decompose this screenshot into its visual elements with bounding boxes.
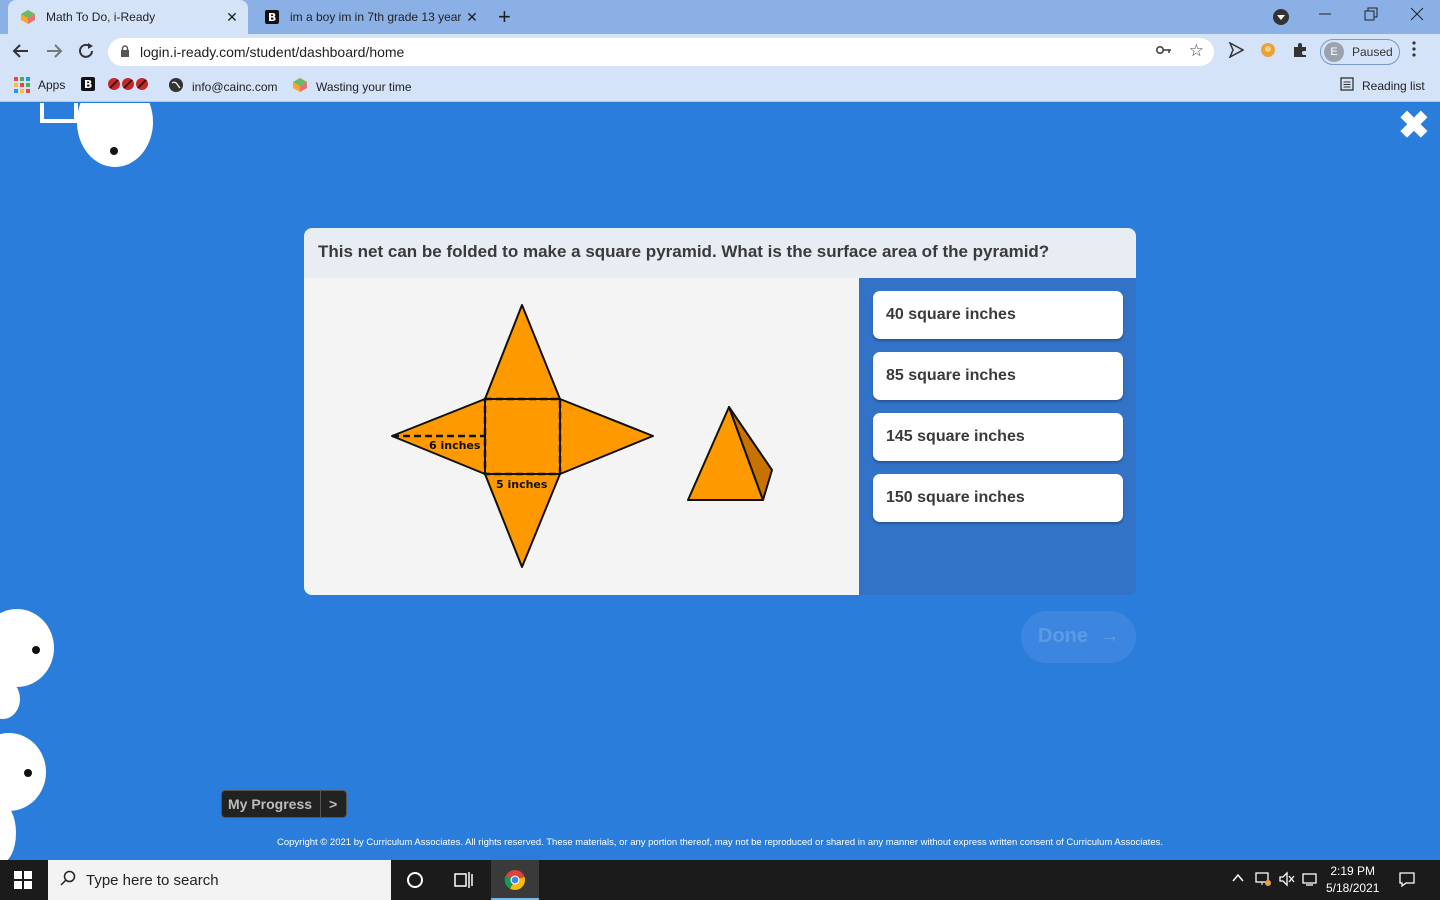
answer-panel: 40 square inches 85 square inches 145 sq… (859, 278, 1136, 595)
password-key-icon[interactable] (1155, 43, 1172, 59)
answer-option[interactable]: 150 square inches (873, 474, 1123, 522)
base-edge-label: 5 inches (496, 478, 548, 491)
bookmark-label: Reading list (1362, 78, 1425, 93)
bookmark-label: info@cainc.com (192, 79, 278, 94)
close-tab-icon[interactable]: ✕ (462, 9, 482, 26)
bookmark-email[interactable]: info@cainc.com (168, 77, 278, 96)
character-eye (32, 646, 40, 654)
bookmarks-bar: Apps B info@cainc.com Wasting your time … (0, 70, 1440, 102)
my-progress-label: My Progress (222, 791, 322, 817)
character-eye (24, 769, 32, 777)
send-extension-icon[interactable] (1228, 41, 1245, 62)
task-view-icon[interactable] (454, 871, 474, 894)
clock-date: 5/18/2021 (1326, 881, 1380, 895)
tab-brainly[interactable]: B im a boy im in 7th grade 13 years ✕ (252, 0, 488, 34)
profile-status: Paused (1352, 45, 1393, 59)
display-icon[interactable] (1302, 871, 1320, 890)
extension-avatar-icon[interactable] (1260, 42, 1276, 62)
copyright-text: Copyright © 2021 by Curriculum Associate… (277, 837, 1163, 848)
net-triangle-right (559, 398, 654, 475)
extensions-puzzle-icon[interactable] (1292, 42, 1308, 62)
net-square-base (484, 398, 561, 475)
url-text: login.i-ready.com/student/dashboard/home (140, 44, 405, 60)
kebab-menu-icon[interactable] (1412, 41, 1416, 62)
close-lesson-icon[interactable]: ✖ (1398, 107, 1430, 145)
reading-list[interactable]: Reading list (1340, 77, 1425, 94)
chevron-up-icon[interactable] (1231, 871, 1245, 888)
lesson-page: ✖ This net can be folded to make a squar… (0, 103, 1440, 860)
windows-start-icon[interactable] (14, 871, 32, 889)
bookmark-wasting[interactable]: Wasting your time (292, 77, 412, 96)
tab-search-icon[interactable] (1272, 8, 1290, 31)
question-card: This net can be folded to make a square … (304, 228, 1136, 595)
taskbar-search-input[interactable]: Type here to search (48, 860, 391, 900)
character-head (0, 609, 54, 687)
lock-icon (120, 44, 130, 60)
speaker-muted-icon[interactable] (1278, 871, 1296, 890)
bookmark-star-icon[interactable]: ☆ (1189, 41, 1204, 61)
arrow-right-icon: → (1099, 625, 1120, 647)
figure-panel: 6 inches 5 inches (304, 278, 859, 595)
chrome-taskbar-button[interactable] (491, 860, 539, 900)
chevron-right-icon: > (329, 796, 338, 812)
answer-option[interactable]: 145 square inches (873, 413, 1123, 461)
address-bar[interactable]: login.i-ready.com/student/dashboard/home… (108, 38, 1214, 66)
system-clock[interactable]: 2:19 PM 5/18/2021 (1326, 863, 1379, 897)
answer-option[interactable]: 40 square inches (873, 291, 1123, 339)
done-label: Done (1038, 625, 1088, 647)
character-head (77, 103, 153, 167)
taskbar: Type here to search 2:19 PM 5/18/2021 (0, 860, 1440, 900)
cube-favicon-icon (292, 77, 308, 96)
net-triangle-top (484, 304, 561, 400)
network-icon[interactable] (1254, 871, 1272, 890)
tab-iready[interactable]: Math To Do, i-Ready ✕ (8, 0, 248, 34)
question-text: This net can be folded to make a square … (304, 228, 1136, 278)
my-progress-button[interactable]: My Progress > (221, 790, 347, 818)
character-head (0, 733, 46, 811)
forward-icon[interactable] (45, 42, 63, 65)
bookmark-icons-only[interactable]: B (80, 76, 152, 92)
back-icon[interactable] (12, 42, 30, 65)
slant-height-label: 6 inches (429, 439, 481, 452)
close-window-icon[interactable] (1410, 4, 1424, 29)
search-placeholder: Type here to search (86, 871, 219, 889)
brainly-favicon-icon: B (265, 10, 279, 24)
restore-icon[interactable] (1364, 4, 1378, 29)
svg-text:B: B (84, 78, 92, 91)
cortana-icon[interactable] (405, 870, 425, 895)
profile-button[interactable]: E Paused (1320, 39, 1400, 65)
iready-favicon-icon (21, 10, 35, 24)
character-eye (110, 147, 118, 155)
character-body (0, 803, 16, 860)
bookmark-apps[interactable]: Apps (14, 77, 65, 93)
close-tab-icon[interactable]: ✕ (222, 9, 242, 26)
pyramid-net-figure: 6 inches 5 inches (391, 304, 773, 568)
answer-option[interactable]: 85 square inches (873, 352, 1123, 400)
svg-text:B: B (268, 11, 276, 24)
apps-grid-icon (14, 77, 30, 93)
avatar: E (1324, 42, 1344, 62)
search-icon (60, 870, 76, 891)
reload-icon[interactable] (77, 42, 95, 65)
character-arm (40, 103, 78, 123)
new-tab-button[interactable]: + (498, 6, 511, 28)
done-button[interactable]: Done → (1021, 611, 1136, 663)
notification-icon[interactable] (1398, 871, 1416, 890)
tab-title: im a boy im in 7th grade 13 years (290, 10, 462, 24)
reading-list-icon (1340, 77, 1354, 94)
bookmark-label: Apps (38, 78, 66, 92)
bookmark-label: Wasting your time (316, 79, 412, 94)
tab-strip: Math To Do, i-Ready ✕ B im a boy im in 7… (0, 0, 1440, 34)
chrome-icon (504, 870, 525, 890)
bookmark-favicons-icon: B (81, 77, 148, 91)
clock-time: 2:19 PM (1330, 864, 1376, 878)
browser-toolbar: login.i-ready.com/student/dashboard/home… (0, 34, 1440, 70)
globe-icon (168, 77, 184, 96)
tab-title: Math To Do, i-Ready (46, 10, 156, 24)
minimize-icon[interactable] (1318, 4, 1332, 29)
pyramid-3d (687, 406, 773, 501)
